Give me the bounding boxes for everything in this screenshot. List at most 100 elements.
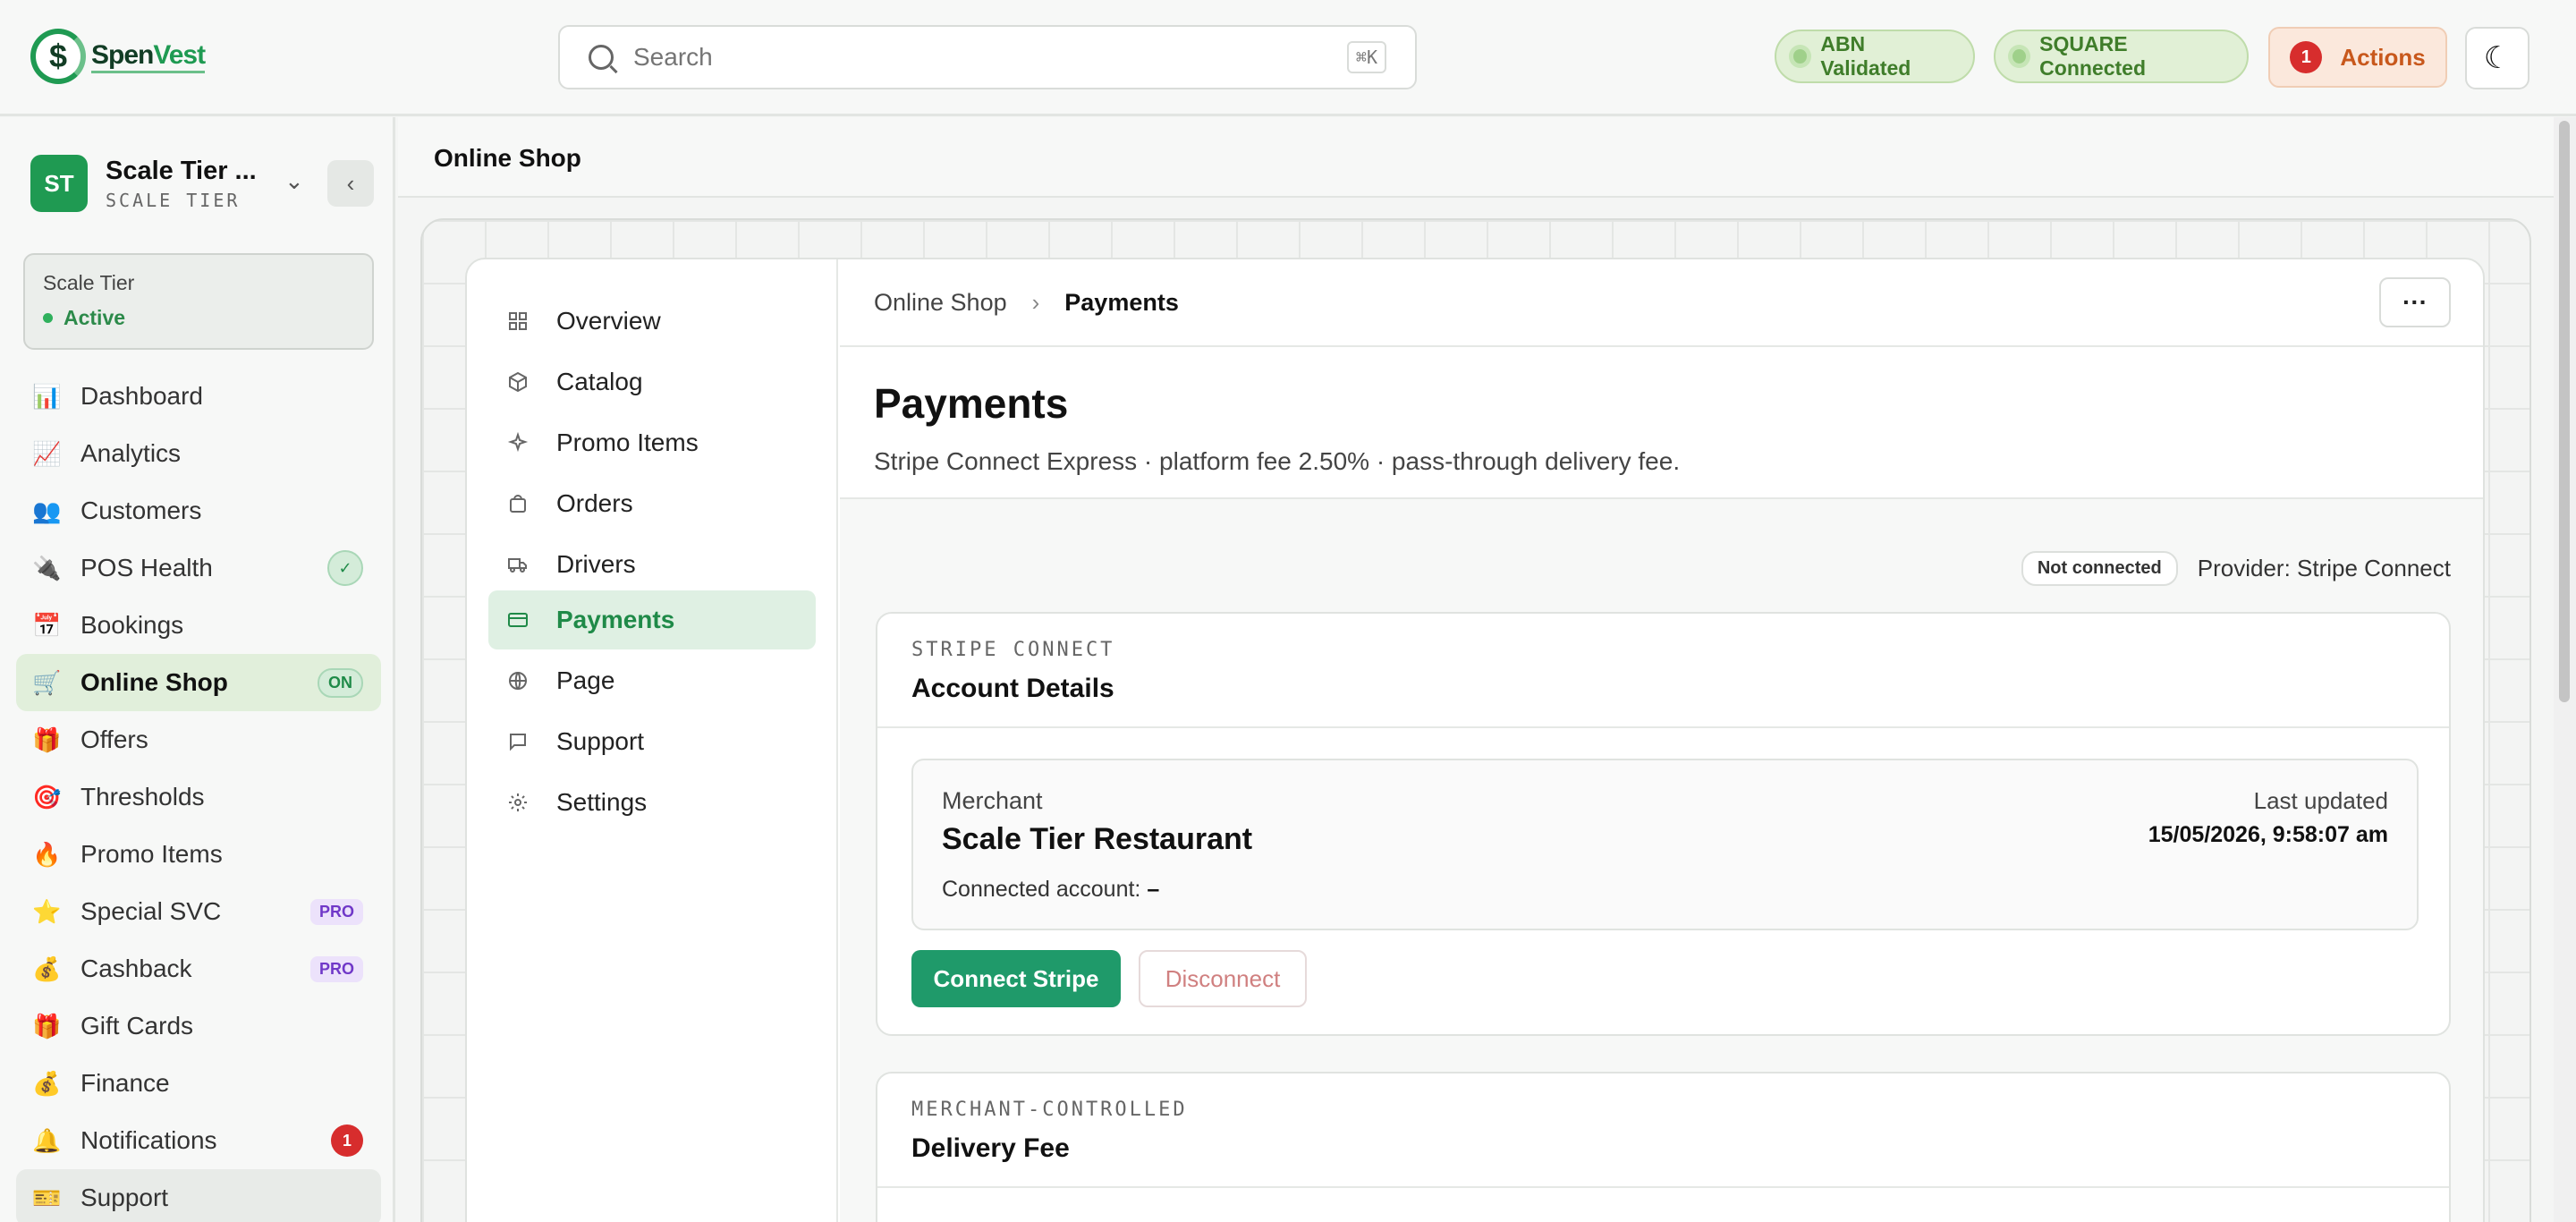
- status-dot-icon: [1789, 45, 1812, 68]
- sidebar-item-label: Analytics: [80, 439, 182, 467]
- tier-status-label: Active: [64, 306, 126, 329]
- calendar-icon: 📅: [32, 611, 62, 639]
- abn-validated-badge[interactable]: ABN Validated: [1775, 30, 1975, 83]
- connect-stripe-button[interactable]: Connect Stripe: [911, 950, 1121, 1007]
- subnav-label: Support: [556, 727, 645, 755]
- last-updated-value: 15/05/2026, 9:58:07 am: [2148, 822, 2388, 847]
- search-icon: [589, 45, 614, 70]
- sidebar-item-dashboard[interactable]: 📊 Dashboard: [16, 368, 381, 425]
- gift-icon: 🎁: [32, 726, 62, 753]
- plug-icon: 🔌: [32, 554, 62, 581]
- breadcrumb-parent[interactable]: Online Shop: [874, 289, 1007, 317]
- sidebar-item-bookings[interactable]: 📅 Bookings: [16, 597, 381, 654]
- subnav-label: Promo Items: [556, 429, 699, 456]
- theme-toggle-button[interactable]: ☾: [2465, 27, 2529, 89]
- chat-icon: [506, 730, 530, 753]
- trend-icon: 📈: [32, 439, 62, 467]
- card-kicker: MERCHANT-CONTROLLED: [911, 1099, 1188, 1121]
- sidebar-item-gift-cards[interactable]: 🎁 Gift Cards: [16, 997, 381, 1055]
- square-connected-badge[interactable]: SQUARE Connected: [1994, 30, 2249, 83]
- sidebar-item-thresholds[interactable]: 🎯 Thresholds: [16, 768, 381, 826]
- sidebar-item-notifications[interactable]: 🔔 Notifications 1: [16, 1112, 381, 1169]
- search-input[interactable]: [633, 43, 1347, 72]
- sidebar-item-label: Customers: [80, 496, 202, 524]
- money-bag-icon: 💰: [32, 955, 62, 982]
- subnav-promo-items[interactable]: Promo Items: [488, 413, 816, 472]
- tier-card-title: Scale Tier: [43, 271, 135, 294]
- connected-account-label: Connected account:: [942, 877, 1141, 902]
- sidebar-item-label: Dashboard: [80, 382, 203, 410]
- status-badge: Not connected: [2021, 551, 2178, 586]
- brand-name: SpenVest: [91, 39, 206, 73]
- check-icon: ✓: [327, 550, 363, 586]
- more-options-button[interactable]: ···: [2379, 277, 2451, 327]
- square-connected-label: SQUARE Connected: [2039, 32, 2146, 80]
- payments-body: Not connected Provider: Stripe Connect S…: [840, 499, 2483, 1222]
- subnav-orders[interactable]: Orders: [488, 474, 816, 533]
- gear-icon: [506, 791, 530, 814]
- subnav-page[interactable]: Page: [488, 651, 816, 710]
- sidebar-item-analytics[interactable]: 📈 Analytics: [16, 425, 381, 482]
- card-header: STRIPE CONNECT Account Details: [877, 614, 2449, 728]
- sidebar-item-offers[interactable]: 🎁 Offers: [16, 711, 381, 768]
- subnav-label: Orders: [556, 489, 633, 517]
- subnav-label: Drivers: [556, 550, 636, 578]
- tier-status: Active: [43, 306, 354, 330]
- chevron-right-icon: ›: [1031, 288, 1040, 316]
- pro-badge: PRO: [309, 955, 363, 982]
- breadcrumb-current: Payments: [1064, 288, 1179, 316]
- subnav-settings[interactable]: Settings: [488, 773, 816, 832]
- org-tier: SCALE TIER: [106, 189, 241, 211]
- bag-icon: [506, 492, 530, 515]
- sidebar-item-label: Online Shop: [80, 668, 228, 696]
- payments-subtitle: Stripe Connect Express · platform fee 2.…: [874, 447, 1681, 475]
- subnav-overview[interactable]: Overview: [488, 292, 816, 351]
- ellipsis-icon: ···: [2402, 288, 2428, 316]
- sidebar-item-cashback[interactable]: 💰 Cashback PRO: [16, 940, 381, 997]
- sidebar-item-special-svc[interactable]: ⭐ Special SVC PRO: [16, 883, 381, 940]
- brand-logo[interactable]: $ SpenVest: [30, 29, 206, 84]
- gift-icon: 🎁: [32, 1012, 62, 1040]
- org-avatar: ST: [30, 155, 88, 212]
- org-switcher[interactable]: ST Scale Tier ... SCALE TIER: [30, 155, 257, 212]
- star-icon: ⭐: [32, 897, 62, 925]
- tier-card: Scale Tier Active: [23, 253, 374, 350]
- subnav-payments[interactable]: Payments: [488, 590, 816, 649]
- merchant-info-box: Merchant Scale Tier Restaurant Connected…: [911, 759, 2419, 930]
- shop-subnav: Overview Catalog Promo Items Orders Driv…: [467, 259, 838, 1222]
- subnav-label: Settings: [556, 788, 648, 816]
- card-icon: [506, 608, 530, 632]
- sidebar-item-label: Thresholds: [80, 783, 205, 810]
- grid-icon: [506, 310, 530, 333]
- subnav-drivers[interactable]: Drivers: [488, 535, 816, 594]
- on-badge: ON: [318, 667, 363, 698]
- subnav-catalog[interactable]: Catalog: [488, 352, 816, 412]
- brand-name-part1: Spen: [91, 39, 154, 70]
- page-scrollbar[interactable]: [2554, 117, 2576, 1222]
- online-shop-panel: Overview Catalog Promo Items Orders Driv…: [465, 258, 2485, 1222]
- subnav-support[interactable]: Support: [488, 712, 816, 771]
- collapse-sidebar-button[interactable]: ‹: [327, 160, 374, 207]
- search-bar[interactable]: ⌘K: [558, 25, 1417, 89]
- sidebar-item-support[interactable]: 🎫 Support: [16, 1169, 381, 1222]
- sidebar-item-label: Offers: [80, 726, 148, 753]
- actions-button[interactable]: 1 Actions: [2268, 27, 2447, 88]
- card-kicker: STRIPE CONNECT: [911, 639, 1115, 661]
- sidebar-item-customers[interactable]: 👥 Customers: [16, 482, 381, 539]
- chevron-down-icon[interactable]: ⌄: [284, 167, 304, 195]
- page-title: Online Shop: [434, 144, 581, 172]
- sidebar-item-finance[interactable]: 💰 Finance: [16, 1055, 381, 1112]
- top-bar: $ SpenVest ⌘K ABN Validated SQUARE Conne…: [0, 0, 2576, 116]
- sidebar-item-pos-health[interactable]: 🔌 POS Health ✓: [16, 539, 381, 597]
- card-title: Account Details: [911, 674, 1114, 703]
- sidebar-item-label: Finance: [80, 1069, 170, 1097]
- sidebar-item-promo-items[interactable]: 🔥 Promo Items: [16, 826, 381, 883]
- connected-account: Connected account: –: [942, 877, 2388, 903]
- chevron-left-icon: ‹: [346, 169, 355, 197]
- sidebar-item-label: Notifications: [80, 1126, 217, 1154]
- sidebar-item-online-shop[interactable]: 🛒 Online Shop ON: [16, 654, 381, 711]
- scrollbar-thumb[interactable]: [2559, 121, 2570, 702]
- disconnect-button[interactable]: Disconnect: [1139, 950, 1307, 1007]
- card-header: MERCHANT-CONTROLLED Delivery Fee: [877, 1073, 2449, 1188]
- pro-badge: PRO: [309, 898, 363, 925]
